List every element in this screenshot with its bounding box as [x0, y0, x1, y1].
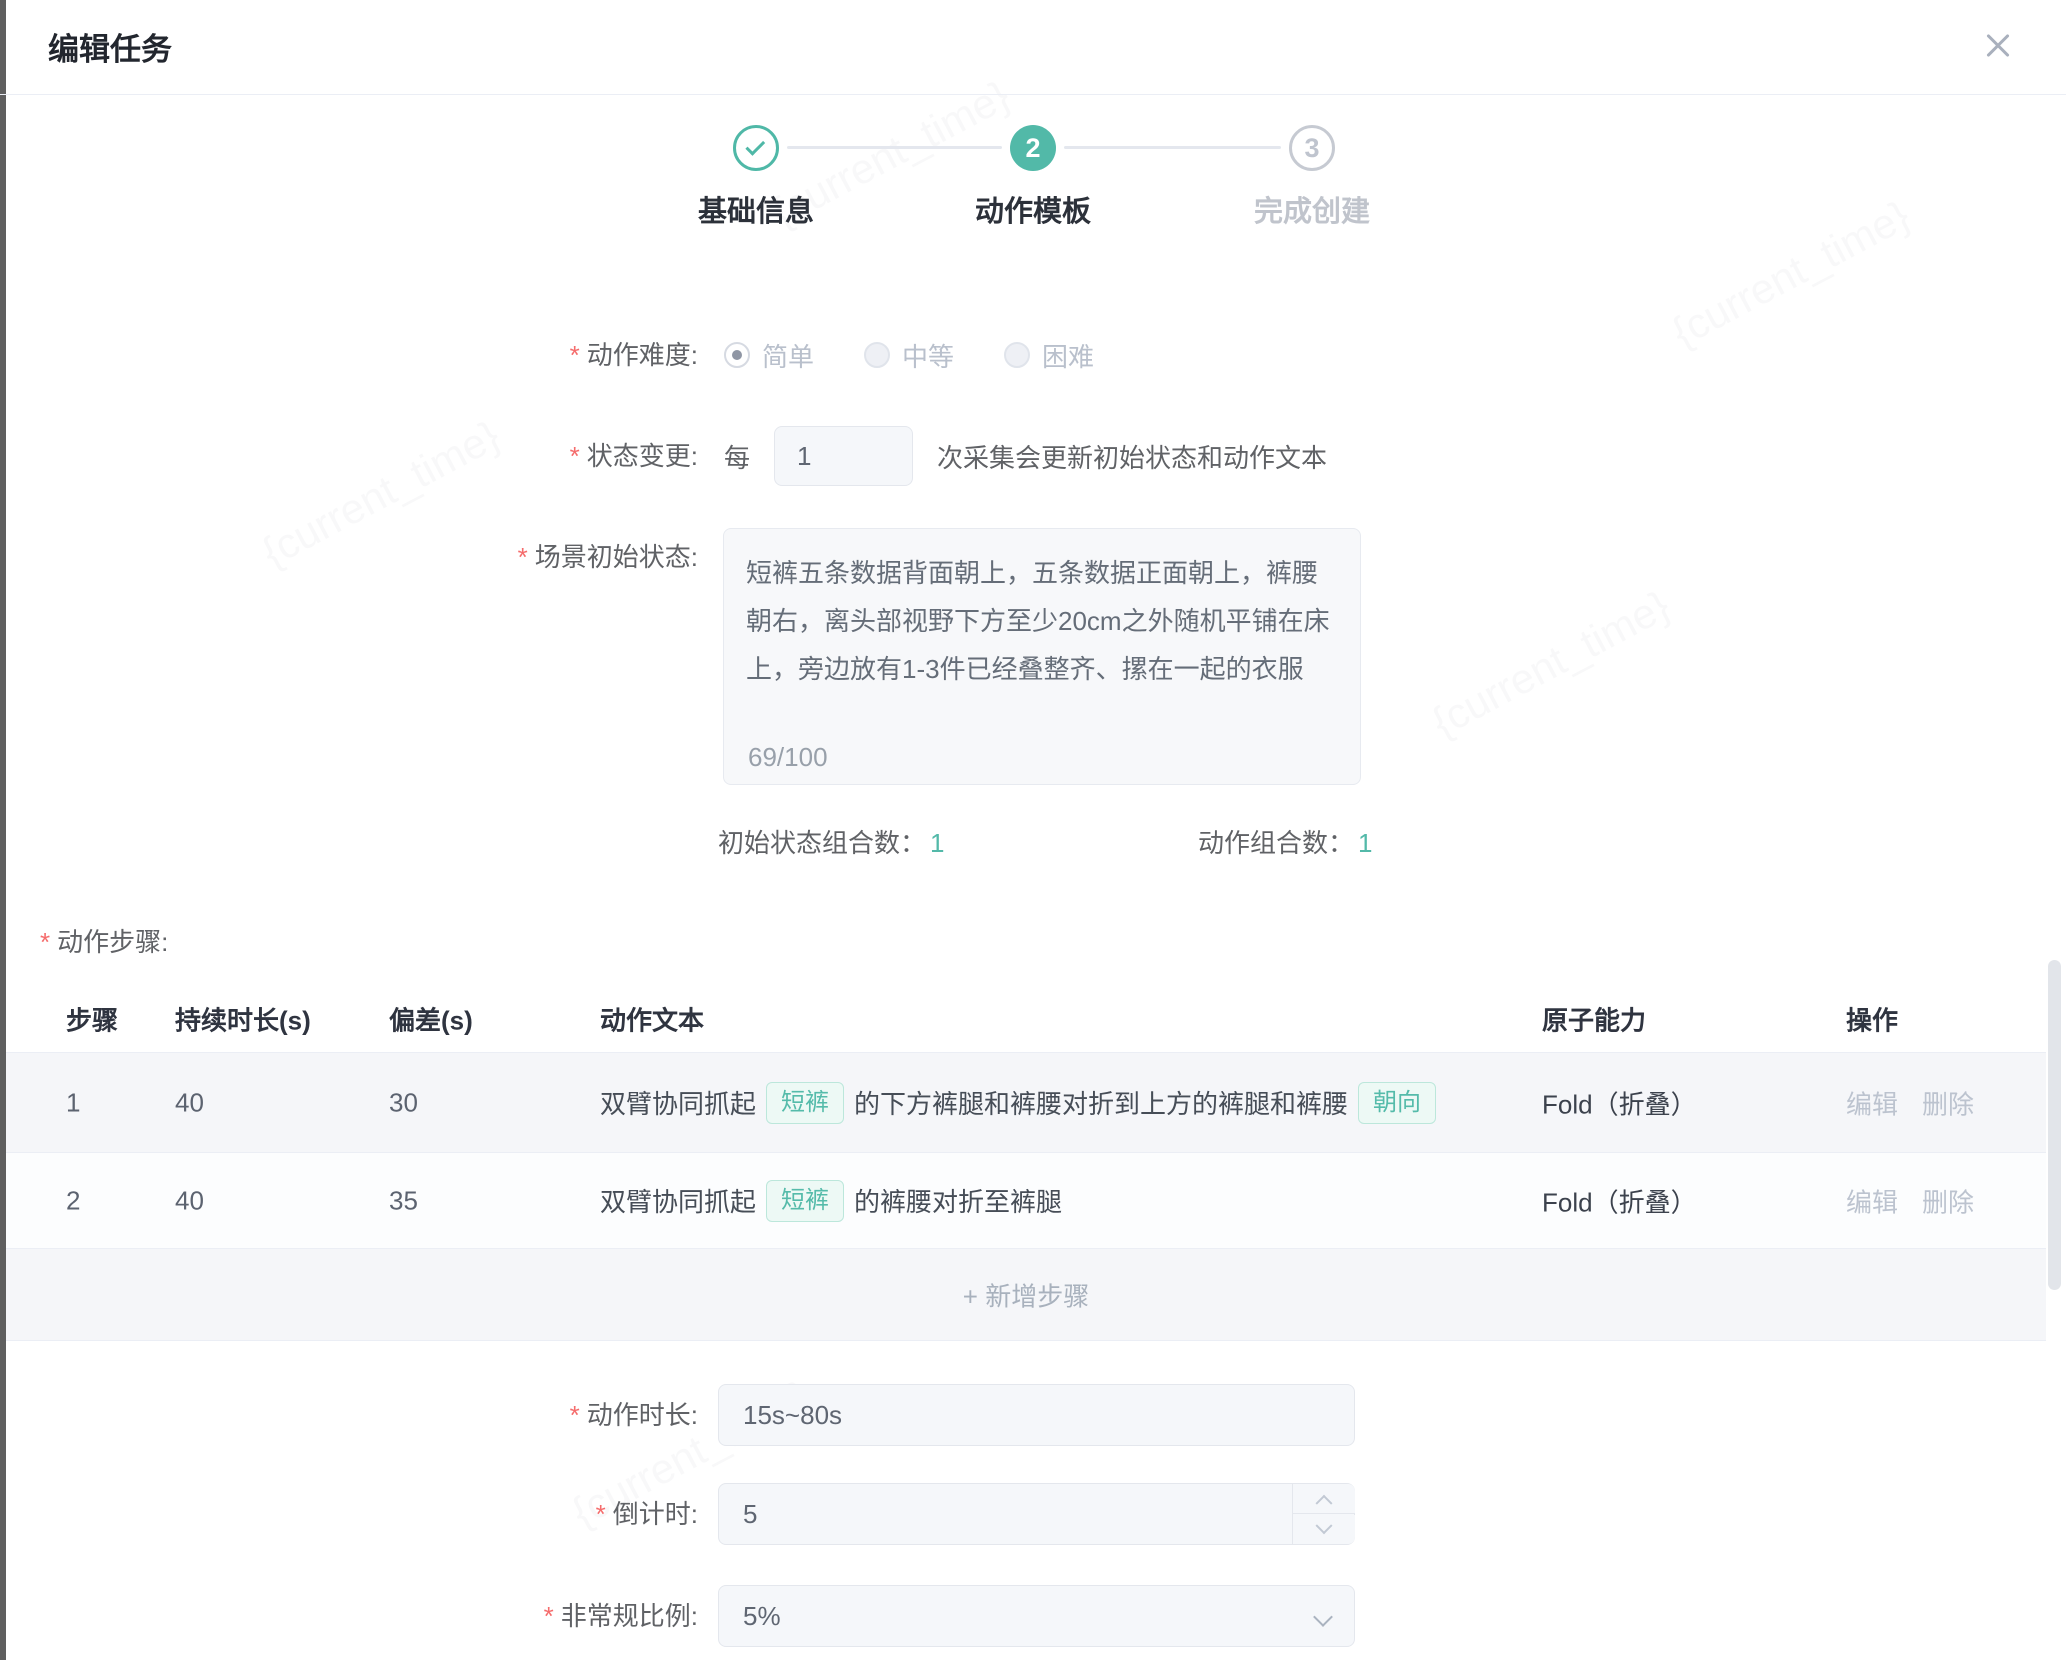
scrollbar-thumb[interactable] [2048, 960, 2061, 1290]
radio-hard-label: 困难 [1042, 337, 1094, 374]
close-icon[interactable] [1978, 26, 2018, 66]
chevron-down-icon [1316, 1517, 1333, 1534]
action-combo-count: 动作组合数：1 [1198, 828, 1372, 858]
duration-input[interactable]: 15s~80s [718, 1384, 1355, 1446]
col-ability: 原子能力 [1542, 1000, 1646, 1037]
row1-action-text: 双臂协同抓起 短裤 的下方裤腿和裤腰对折到上方的裤腿和裤腰 朝向 [600, 1082, 1436, 1124]
required-mark: * [518, 542, 528, 572]
radio-medium[interactable]: 中等 [864, 337, 954, 374]
step-connector [1064, 146, 1281, 149]
state-change-label: *状态变更: [200, 426, 698, 486]
number-spinner [1292, 1484, 1354, 1544]
orientation-tag: 朝向 [1358, 1082, 1436, 1124]
step-1-circle[interactable] [733, 125, 779, 171]
action-combo-value: 1 [1358, 828, 1372, 858]
required-mark: * [40, 927, 50, 957]
header-divider [0, 94, 2066, 95]
row1-step: 1 [66, 1087, 80, 1118]
delete-link[interactable]: 删除 [1922, 1084, 1974, 1121]
step-1-label: 基础信息 [626, 188, 886, 230]
add-step-row: + 新增步骤 [6, 1249, 2046, 1341]
radio-unchecked-icon [864, 342, 890, 368]
state-change-suffix: 次采集会更新初始状态和动作文本 [937, 438, 1327, 475]
col-duration: 持续时长(s) [175, 1000, 311, 1037]
row1-ops: 编辑 删除 [1846, 1084, 1974, 1121]
initial-combo-value: 1 [930, 828, 944, 858]
page-edge-strip [0, 0, 6, 1660]
watermark: {current_time} [1424, 581, 1677, 746]
edit-task-dialog: {current_time} {current_time} {current_t… [0, 0, 2066, 1660]
row2-step: 2 [66, 1185, 80, 1216]
state-change-prefix: 每 [724, 438, 750, 475]
required-mark: * [570, 441, 580, 471]
row2-action-text: 双臂协同抓起 短裤 的裤腰对折至裤腿 [600, 1180, 1062, 1222]
step-3-number: 3 [1304, 133, 1319, 164]
step-2-label: 动作模板 [903, 188, 1163, 230]
dialog-title: 编辑任务 [48, 24, 172, 69]
initial-state-textarea[interactable]: 短裤五条数据背面朝上，五条数据正面朝上，裤腰朝右，离头部视野下方至少20cm之外… [723, 528, 1361, 785]
action-steps-label: *动作步骤: [40, 922, 168, 959]
table-header-row: 步骤 持续时长(s) 偏差(s) 动作文本 原子能力 操作 [6, 985, 2046, 1053]
required-mark: * [596, 1499, 606, 1529]
edit-link[interactable]: 编辑 [1846, 1182, 1898, 1219]
countdown-label: *倒计时: [200, 1483, 698, 1545]
table-row: 1 40 30 双臂协同抓起 短裤 的下方裤腿和裤腰对折到上方的裤腿和裤腰 朝向… [6, 1053, 2046, 1153]
step-connector [787, 146, 1002, 149]
radio-easy[interactable]: 简单 [724, 337, 814, 374]
radio-checked-icon [724, 342, 750, 368]
required-mark: * [570, 340, 580, 370]
object-tag: 短裤 [766, 1082, 844, 1124]
state-change-input[interactable]: 1 [774, 426, 913, 486]
step-3-circle[interactable]: 3 [1289, 125, 1335, 171]
countdown-value: 5 [743, 1499, 757, 1529]
step-2-number: 2 [1025, 133, 1040, 164]
row2-ops: 编辑 删除 [1846, 1182, 1974, 1219]
initial-state-label: *场景初始状态: [200, 532, 698, 582]
radio-easy-label: 简单 [762, 337, 814, 374]
required-mark: * [544, 1601, 554, 1631]
initial-state-text: 短裤五条数据背面朝上，五条数据正面朝上，裤腰朝右，离头部视野下方至少20cm之外… [746, 549, 1338, 693]
row1-duration: 40 [175, 1087, 204, 1118]
col-deviation: 偏差(s) [389, 1000, 473, 1037]
difficulty-label: *动作难度: [200, 336, 698, 374]
delete-link[interactable]: 删除 [1922, 1182, 1974, 1219]
spinner-down-button[interactable] [1293, 1515, 1355, 1544]
radio-hard[interactable]: 困难 [1004, 337, 1094, 374]
step-2-circle[interactable]: 2 [1010, 125, 1056, 171]
col-action-text: 动作文本 [600, 1000, 704, 1037]
initial-combo-count: 初始状态组合数：1 [718, 828, 944, 858]
row2-duration: 40 [175, 1185, 204, 1216]
step-3-label: 完成创建 [1182, 188, 1442, 230]
spinner-up-button[interactable] [1293, 1484, 1355, 1514]
unusual-ratio-label: *非常规比例: [200, 1585, 698, 1647]
state-change-row: 每 1 次采集会更新初始状态和动作文本 [724, 426, 1327, 486]
required-mark: * [570, 1400, 580, 1430]
duration-label: *动作时长: [200, 1384, 698, 1446]
radio-medium-label: 中等 [902, 337, 954, 374]
countdown-input[interactable]: 5 [718, 1483, 1355, 1545]
watermark: {current_time} [1664, 191, 1917, 356]
unusual-ratio-value: 5% [743, 1601, 781, 1631]
char-counter: 69/100 [748, 744, 828, 770]
row2-ability: Fold（折叠） [1542, 1182, 1697, 1219]
unusual-ratio-select[interactable]: 5% [718, 1585, 1355, 1647]
check-icon [745, 136, 765, 156]
add-step-button[interactable]: + 新增步骤 [963, 1276, 1089, 1313]
col-step: 步骤 [66, 1000, 118, 1037]
radio-unchecked-icon [1004, 342, 1030, 368]
select-arrow-icon [1313, 1607, 1333, 1627]
table-row: 2 40 35 双臂协同抓起 短裤 的裤腰对折至裤腿 Fold（折叠） 编辑 删… [6, 1153, 2046, 1249]
row1-ability: Fold（折叠） [1542, 1084, 1697, 1121]
row1-deviation: 30 [389, 1087, 418, 1118]
object-tag: 短裤 [766, 1180, 844, 1222]
difficulty-radio-group: 简单 中等 困难 [724, 336, 1094, 374]
col-ops: 操作 [1846, 1000, 1898, 1037]
edit-link[interactable]: 编辑 [1846, 1084, 1898, 1121]
row2-deviation: 35 [389, 1185, 418, 1216]
chevron-up-icon [1316, 1494, 1333, 1511]
